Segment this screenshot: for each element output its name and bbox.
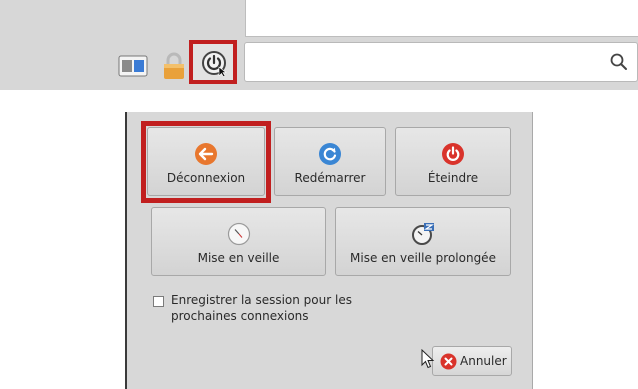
cancel-button[interactable]: Annuler [432, 346, 512, 376]
save-session-checkbox[interactable] [153, 296, 164, 307]
cancel-label: Annuler [460, 354, 507, 368]
hibernate-button[interactable]: Mise en veille prolongée [335, 207, 511, 276]
shutdown-button[interactable]: Éteindre [395, 127, 511, 196]
power-icon[interactable] [201, 50, 227, 76]
taskbar-tab-area [245, 0, 638, 37]
restart-button[interactable]: Redémarrer [274, 127, 386, 196]
taskbar [0, 0, 638, 90]
restart-label: Redémarrer [294, 171, 366, 185]
save-session-option: Enregistrer la session pour les prochain… [153, 292, 413, 332]
power-button-highlight[interactable] [189, 40, 237, 84]
cancel-icon [440, 353, 457, 370]
logout-dialog: Déconnexion Redémarrer Éteindre Mise en … [125, 112, 533, 389]
mouse-cursor-icon [421, 349, 435, 369]
shutdown-icon [442, 143, 464, 165]
search-box[interactable] [244, 42, 638, 82]
clock-icon [227, 222, 250, 246]
search-icon[interactable] [609, 52, 629, 72]
shutdown-label: Éteindre [427, 171, 479, 185]
logout-button-highlight [141, 121, 271, 203]
search-input[interactable] [253, 51, 597, 75]
restart-icon [319, 143, 341, 165]
save-session-label: Enregistrer la session pour les prochain… [171, 293, 352, 323]
windows-switcher-icon[interactable] [118, 55, 148, 77]
hibernate-icon [412, 223, 434, 245]
lock-icon[interactable] [161, 52, 187, 80]
sleep-label: Mise en veille [197, 251, 280, 265]
sleep-button[interactable]: Mise en veille [151, 207, 326, 276]
hibernate-label: Mise en veille prolongée [350, 251, 496, 265]
